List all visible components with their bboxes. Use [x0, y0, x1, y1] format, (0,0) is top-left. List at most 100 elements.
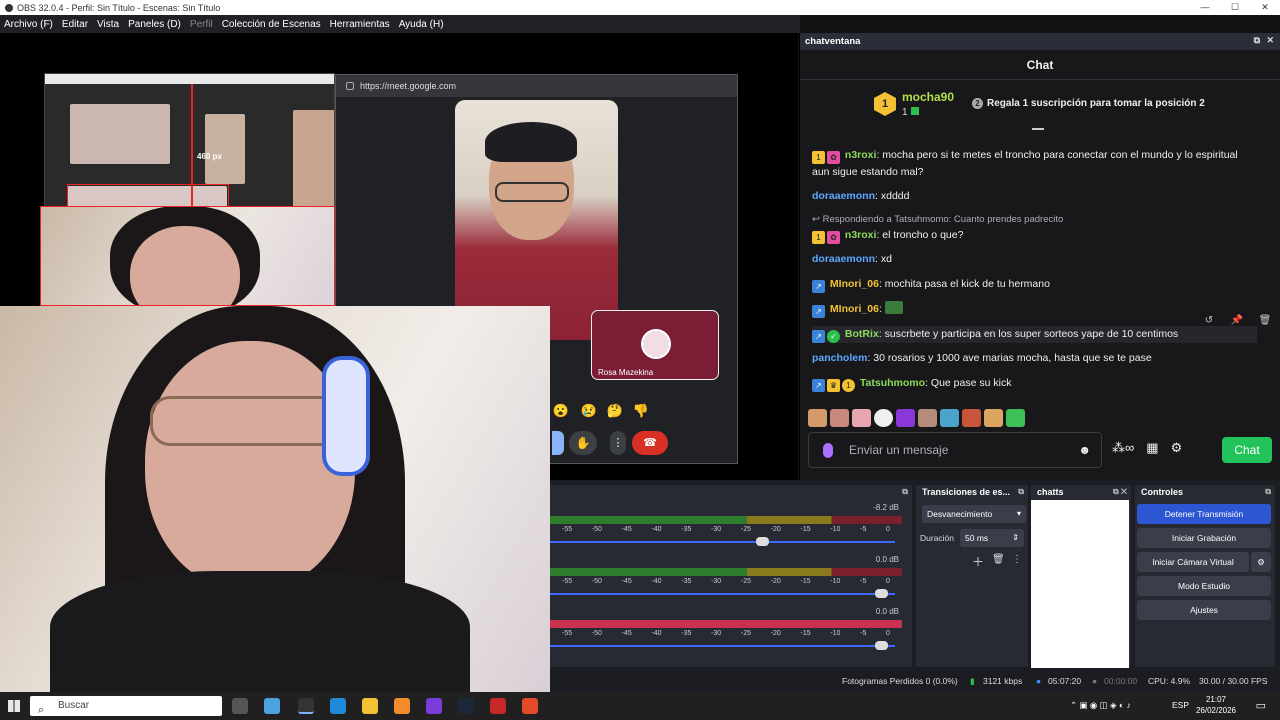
volume-knob[interactable] [756, 537, 769, 546]
add-icon[interactable]: ＋ [972, 553, 984, 570]
meet-self-tile[interactable]: Rosa Mazekina [591, 310, 719, 380]
program-preview[interactable]: 460 px https://meet.google.com Rosa Maze… [0, 33, 798, 698]
notifications-icon[interactable]: ▭ [1256, 699, 1266, 712]
emote-icon[interactable] [962, 409, 981, 427]
source-bounding-box[interactable] [40, 206, 335, 306]
raise-hand-button[interactable]: ✋ [569, 431, 597, 455]
chat-message[interactable]: doraaemonn: xdddd [812, 188, 1257, 204]
emote-icon[interactable] [852, 409, 871, 427]
gift-prompt[interactable]: 2 Regala 1 suscripción para tomar la posi… [972, 98, 1205, 109]
language-indicator[interactable]: ESP [1172, 700, 1189, 710]
microphone-icon[interactable] [823, 443, 833, 458]
chat-username[interactable]: n3roxi [845, 149, 877, 161]
app-icon[interactable] [490, 698, 506, 714]
send-chat-button[interactable]: Chat [1222, 437, 1272, 463]
chat-message[interactable]: doraaemonn: xd [812, 251, 1257, 267]
chat-username[interactable]: n3roxi [845, 229, 877, 241]
chat-message-hovered[interactable]: ↗ ✓ BotRix: suscrbete y participa en los … [812, 326, 1257, 343]
windows-start-icon[interactable] [8, 700, 20, 712]
minimize-button[interactable]: — [1190, 0, 1220, 15]
chat-message[interactable]: ↗ MInori_06: mochita pasa el kick de tu … [812, 276, 1257, 293]
pin-icon[interactable]: 📌 [1226, 312, 1248, 330]
leader-username[interactable]: mocha90 [902, 90, 954, 104]
emote-icon[interactable] [808, 409, 827, 427]
studio-mode-button[interactable]: Modo Estudio [1137, 576, 1271, 596]
windows-store-icon[interactable] [264, 698, 280, 714]
volume-slider[interactable] [550, 537, 895, 546]
chat-username[interactable]: BotRix [845, 328, 879, 340]
maximize-button[interactable]: ☐ [1220, 0, 1250, 15]
chat-username[interactable]: MInori_06 [830, 278, 879, 290]
app-icon[interactable] [426, 698, 442, 714]
clock[interactable]: 21:07 26/02/2026 [1196, 694, 1236, 716]
chat-message[interactable]: pancholem: 30 rosarios y 1000 ave marias… [812, 350, 1257, 366]
brave-icon[interactable] [522, 698, 538, 714]
menu-coleccion-escenas[interactable]: Colección de Escenas [222, 19, 321, 30]
float-icon[interactable]: ⧉ [1018, 485, 1024, 499]
emote-icon[interactable] [940, 409, 959, 427]
volume-slider[interactable] [550, 641, 895, 650]
chat-username[interactable]: Tatsuhmomo [860, 377, 925, 389]
emote-icon[interactable] [1006, 409, 1025, 427]
chat-username[interactable]: doraaemonn [812, 190, 875, 202]
taskbar-search[interactable]: ⌕ Buscar [30, 696, 222, 716]
webcam-source-main[interactable] [0, 306, 550, 698]
menu-editar[interactable]: Editar [62, 19, 88, 30]
steam-icon[interactable] [458, 698, 474, 714]
edge-icon[interactable] [330, 698, 346, 714]
chat-message[interactable]: 1 ✿ n3roxi: mocha pero si te metes el tro… [812, 147, 1257, 180]
menu-herramientas[interactable]: Herramientas [330, 19, 390, 30]
volume-knob[interactable] [875, 641, 888, 650]
emoji-icon[interactable]: ☻ [1078, 443, 1091, 457]
stop-streaming-button[interactable]: Detener Transmisión [1137, 504, 1271, 524]
chat-message[interactable]: 1 ✿ n3roxi: el troncho o que? [812, 227, 1257, 244]
emote-icon[interactable] [830, 409, 849, 427]
more-options-button[interactable]: ⋮ [610, 431, 626, 455]
app-icon[interactable] [394, 698, 410, 714]
points-icon[interactable]: ⁂∞ [1112, 440, 1134, 456]
float-close-icons[interactable]: ⧉ ✕ [1113, 485, 1127, 499]
reaction-sad-icon[interactable]: 😢 [580, 402, 598, 420]
reply-icon[interactable]: ↺ [1198, 312, 1220, 330]
duration-spinbox[interactable]: 50 ms ⇕ [960, 529, 1024, 547]
transition-select[interactable]: Desvanecimiento ▾ [922, 505, 1026, 523]
float-icon[interactable]: ⧉ [1254, 35, 1260, 46]
chat-message[interactable]: ↗ MInori_06: [812, 301, 1257, 318]
more-icon[interactable]: ⋮ [1012, 554, 1022, 565]
chatts-browser-area[interactable] [1031, 500, 1129, 668]
meet-url-bar[interactable]: https://meet.google.com [336, 75, 737, 97]
reaction-thinking-icon[interactable]: 🤔 [606, 402, 624, 420]
reaction-thumbs-down-icon[interactable]: 👎 [632, 402, 650, 420]
collapse-handle-icon[interactable] [1032, 128, 1044, 130]
chat-username[interactable]: pancholem [812, 352, 867, 364]
settings-button[interactable]: Ajustes [1137, 600, 1271, 620]
chat-username[interactable]: MInori_06 [830, 303, 879, 315]
settings-icon[interactable]: ⚙ [1171, 440, 1183, 456]
chat-message[interactable]: ↗ ♛ 1 Tatsuhmomo: Que pase su kick [812, 375, 1257, 392]
menu-ayuda[interactable]: Ayuda (H) [399, 19, 444, 30]
start-recording-button[interactable]: Iniciar Grabación [1137, 528, 1271, 548]
float-icon[interactable]: ⧉ [1265, 485, 1271, 499]
float-icon[interactable]: ⧉ [902, 485, 908, 499]
trash-icon[interactable]: 🗑 [992, 554, 1005, 565]
menu-vista[interactable]: Vista [97, 19, 119, 30]
emote-icon[interactable] [984, 409, 1003, 427]
end-call-button[interactable]: ☎ [632, 431, 668, 455]
meet-side-button[interactable] [552, 431, 564, 455]
virtual-camera-settings-icon[interactable]: ⚙ [1251, 552, 1271, 572]
volume-knob[interactable] [875, 589, 888, 598]
emote-icon[interactable] [896, 409, 915, 427]
menu-perfil[interactable]: Perfil [190, 19, 213, 30]
emote-icon[interactable] [918, 409, 937, 427]
start-virtual-camera-button[interactable]: Iniciar Cámara Virtual [1137, 552, 1249, 572]
emote-icon[interactable] [874, 409, 893, 427]
close-button[interactable]: ✕ [1250, 0, 1280, 15]
store-icon[interactable]: ▦ [1146, 440, 1158, 456]
menu-archivo[interactable]: Archivo (F) [4, 19, 53, 30]
obs-taskbar-icon[interactable] [298, 698, 314, 714]
file-explorer-icon[interactable] [362, 698, 378, 714]
spin-arrows-icon[interactable]: ⇕ [1012, 529, 1019, 547]
delete-icon[interactable]: 🗑 [1254, 312, 1276, 330]
task-view-icon[interactable] [232, 698, 248, 714]
chat-input-box[interactable]: Enviar un mensaje ☻ [808, 432, 1102, 468]
